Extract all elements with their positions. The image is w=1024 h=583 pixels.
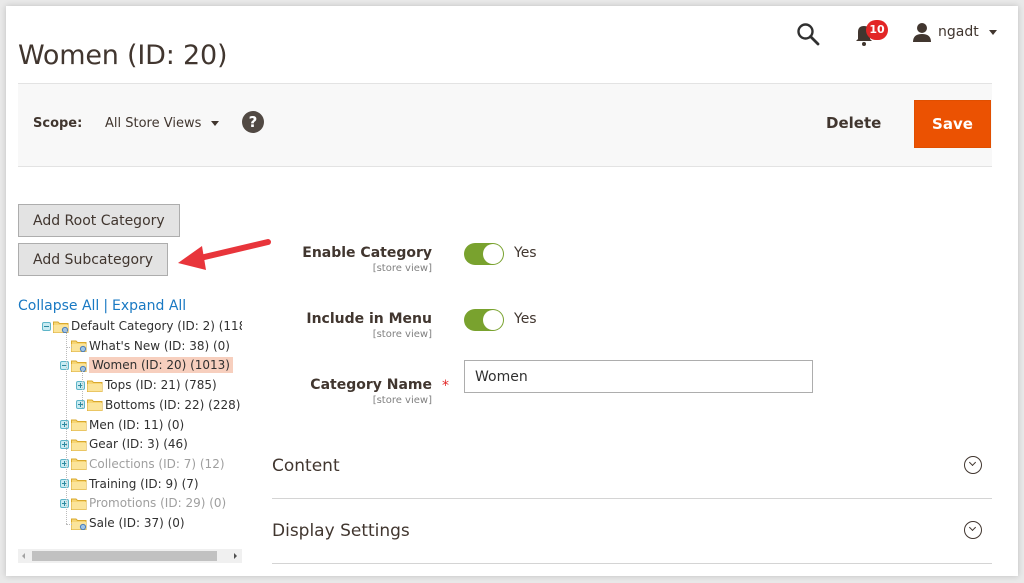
user-menu[interactable]: ngadt — [912, 22, 997, 42]
notification-badge[interactable]: 10 — [866, 20, 888, 40]
section-content[interactable]: Content — [272, 434, 992, 499]
tree-node-label: Sale (ID: 37) (0) — [89, 516, 185, 530]
required-mark: * — [442, 378, 449, 394]
expand-icon[interactable] — [60, 439, 69, 449]
page-title: Women (ID: 20) — [18, 40, 228, 72]
category-name-label: Category Name — [310, 377, 432, 393]
tree-node-label: Bottoms (ID: 22) (228) — [105, 397, 241, 412]
separator: | — [103, 298, 109, 314]
folder-icon — [71, 418, 87, 431]
expand-icon[interactable] — [60, 498, 69, 508]
include-in-menu-label: Include in Menu — [306, 311, 432, 327]
tree-controls: Collapse All | Expand All — [18, 298, 186, 314]
tree-connector — [82, 368, 83, 408]
tree-connector — [66, 346, 72, 348]
folder-icon — [71, 359, 87, 372]
scroll-right-icon[interactable] — [234, 553, 237, 559]
toggle-knob — [483, 244, 503, 264]
include-in-menu-scope: [store view] — [372, 329, 432, 340]
collapse-icon[interactable] — [42, 321, 51, 331]
tree-node[interactable]: Bottoms (ID: 22) (228) — [76, 396, 240, 414]
section-title: Content — [272, 456, 340, 476]
tree-node-label: Default Category (ID: 2) (1182) — [71, 319, 242, 333]
tree-node[interactable]: Sale (ID: 37) (0) — [71, 514, 185, 532]
delete-button[interactable]: Delete — [826, 114, 881, 132]
tree-node-label: What's New (ID: 38) (0) — [89, 338, 230, 353]
tree-node-label: Tops (ID: 21) (785) — [105, 378, 217, 393]
expand-icon[interactable] — [76, 400, 85, 410]
collapse-icon[interactable] — [60, 360, 69, 370]
tree-node-label: Gear (ID: 3) (46) — [89, 437, 188, 452]
collapse-all-link[interactable]: Collapse All — [18, 298, 99, 314]
section-display-settings[interactable]: Display Settings — [272, 499, 992, 564]
tree-node[interactable]: Women (ID: 20) (1013) — [60, 356, 233, 374]
tree-node[interactable]: Default Category (ID: 2) (1182) — [42, 317, 242, 335]
category-name-scope: [store view] — [372, 395, 432, 406]
category-name-input[interactable] — [464, 360, 813, 393]
chevron-down-icon — [988, 29, 997, 35]
enable-category-label: Enable Category — [302, 245, 432, 261]
tree-node[interactable]: Promotions (ID: 29) (0) — [60, 494, 226, 512]
user-name: ngadt — [938, 24, 979, 40]
help-icon[interactable]: ? — [242, 111, 264, 133]
user-icon — [913, 23, 931, 42]
scrollbar-thumb[interactable] — [32, 551, 217, 561]
chevron-down-icon[interactable] — [964, 521, 982, 539]
tree-connector — [66, 329, 67, 524]
search-icon[interactable] — [796, 22, 820, 46]
tree-connector — [66, 524, 72, 525]
tree-node-label: Collections (ID: 7) (12) — [89, 456, 225, 471]
section-title: Display Settings — [272, 521, 410, 541]
scroll-left-icon[interactable] — [22, 553, 25, 559]
folder-icon — [87, 398, 103, 412]
expand-icon[interactable] — [60, 420, 69, 429]
tree-node[interactable]: What's New (ID: 38) (0) — [71, 337, 230, 355]
save-button[interactable]: Save — [914, 100, 991, 148]
enable-category-value: Yes — [514, 245, 537, 261]
folder-icon — [71, 477, 87, 491]
tree-node[interactable]: Men (ID: 11) (0) — [60, 416, 184, 434]
scope-value: All Store Views — [105, 116, 202, 131]
include-in-menu-value: Yes — [514, 311, 537, 327]
annotation-arrow-icon — [178, 239, 271, 270]
enable-category-scope: [store view] — [372, 263, 432, 274]
scope-switcher[interactable]: All Store Views — [105, 116, 220, 131]
expand-all-link[interactable]: Expand All — [112, 298, 186, 314]
add-subcategory-button[interactable]: Add Subcategory — [18, 243, 169, 276]
toggle-knob — [483, 310, 503, 330]
add-root-category-button[interactable]: Add Root Category — [18, 204, 180, 237]
tree-node[interactable]: Tops (ID: 21) (785) — [76, 376, 217, 394]
folder-icon — [71, 457, 87, 471]
expand-icon[interactable] — [60, 459, 69, 469]
folder-icon — [71, 497, 87, 510]
tree-horizontal-scrollbar[interactable] — [18, 549, 242, 563]
tree-node-label: Training (ID: 9) (7) — [89, 476, 199, 491]
folder-icon — [87, 379, 103, 392]
folder-icon — [71, 517, 87, 530]
enable-category-toggle[interactable] — [464, 243, 504, 265]
tree-node-label: Promotions (ID: 29) (0) — [89, 496, 227, 511]
folder-icon — [71, 438, 87, 451]
tree-node-label: Men (ID: 11) (0) — [89, 417, 185, 432]
chevron-down-icon — [211, 121, 220, 126]
scope-label: Scope: — [33, 116, 83, 131]
tree-node-label: Women (ID: 20) (1013) — [89, 357, 233, 374]
chevron-down-icon[interactable] — [964, 456, 982, 474]
tree-node[interactable]: Collections (ID: 7) (12) — [60, 455, 225, 473]
tree-node[interactable]: Training (ID: 9) (7) — [60, 475, 199, 493]
include-in-menu-toggle[interactable] — [464, 309, 504, 331]
category-tree: Default Category (ID: 2) (1182) What's Ne… — [18, 317, 242, 542]
expand-icon[interactable] — [76, 380, 85, 390]
expand-icon[interactable] — [60, 479, 69, 489]
page-actions-bar: Scope: All Store Views ? Delete Save — [18, 83, 992, 167]
folder-icon — [71, 339, 87, 353]
tree-node[interactable]: Gear (ID: 3) (46) — [60, 435, 188, 453]
